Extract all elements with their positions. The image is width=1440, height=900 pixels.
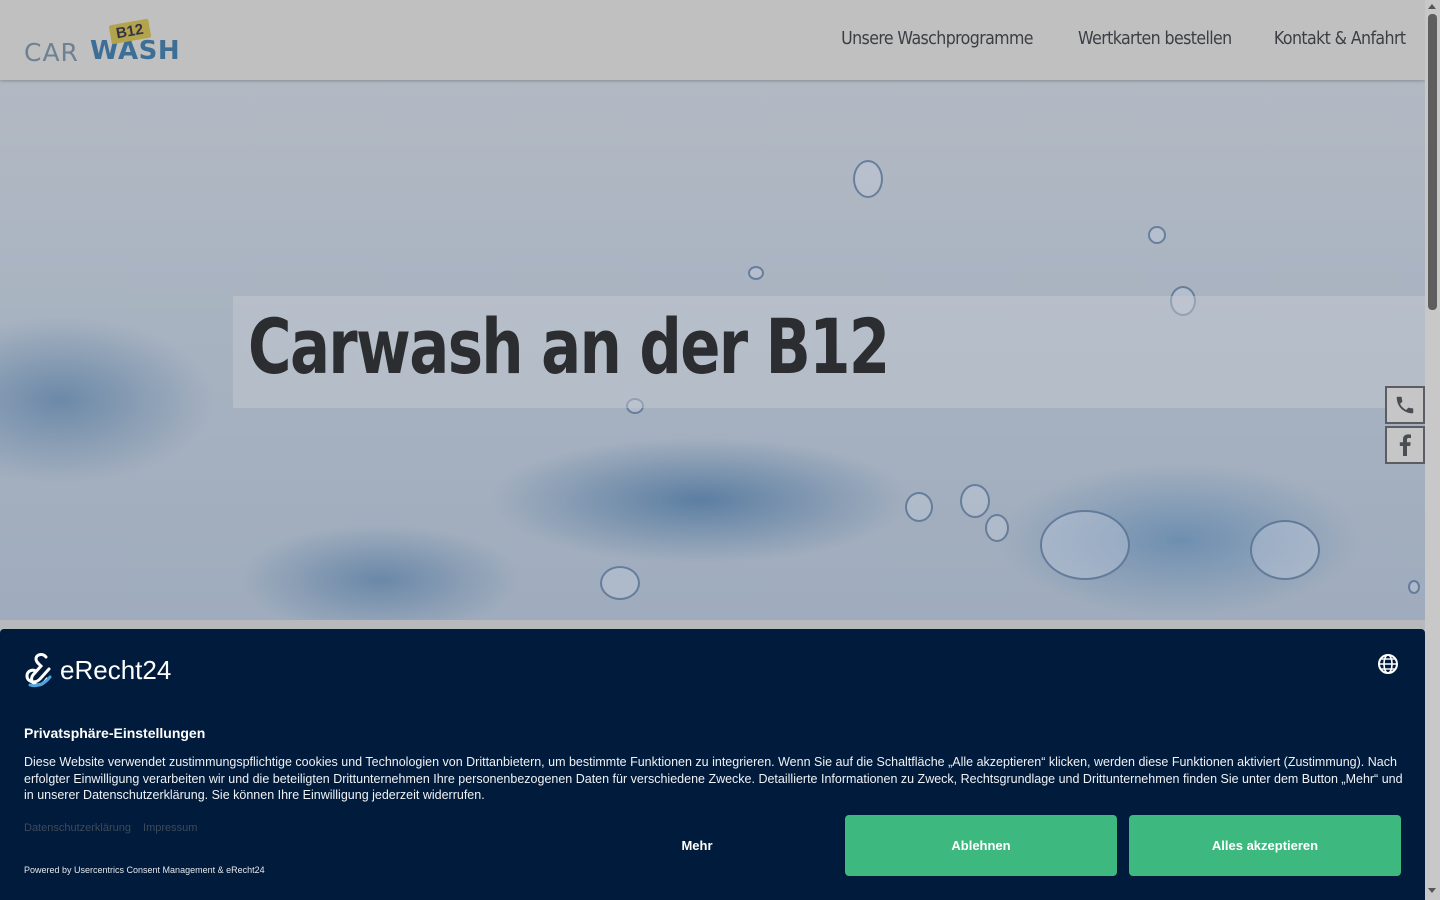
water-drop xyxy=(853,160,883,198)
phone-button[interactable] xyxy=(1385,386,1425,424)
water-drop xyxy=(905,492,933,522)
language-globe-icon[interactable] xyxy=(1377,653,1399,680)
water-drop xyxy=(1040,510,1130,580)
erecht24-symbol-icon xyxy=(25,653,52,688)
hero-banner: Carwash an der B12 xyxy=(0,80,1425,620)
more-button[interactable]: Mehr xyxy=(561,815,833,876)
privacy-policy-link[interactable]: Datenschutzerklärung xyxy=(24,822,131,834)
water-drop xyxy=(600,566,640,600)
facebook-icon xyxy=(1399,434,1411,456)
logo-wash-text: WASH xyxy=(90,36,181,66)
erecht24-logo: eRecht24 xyxy=(24,651,171,689)
water-drop xyxy=(748,266,764,280)
site-header: CAR WASH B12 Unsere Waschprogramme Wertk… xyxy=(0,0,1425,80)
consent-links: Datenschutzerklärung Impressum xyxy=(24,822,197,834)
page-title: Carwash an der B12 xyxy=(248,302,890,391)
logo-car-text: CAR xyxy=(24,38,79,67)
nav-item-waschprogramme[interactable]: Unsere Waschprogramme xyxy=(841,28,1033,49)
carwash-logo[interactable]: CAR WASH B12 xyxy=(24,18,180,67)
brand-name: eRecht24 xyxy=(60,654,172,685)
nav-item-kontakt[interactable]: Kontakt & Anfahrt xyxy=(1273,28,1405,49)
cookie-consent-banner: eRecht24 Privatsphäre-Einstellungen Dies… xyxy=(0,629,1425,900)
scroll-thumb[interactable] xyxy=(1428,14,1437,310)
powered-by-text: Powered by Usercentrics Consent Manageme… xyxy=(24,865,265,875)
consent-description: Diese Website verwendet zustimmungspflic… xyxy=(24,755,1403,802)
deny-button[interactable]: Ablehnen xyxy=(845,815,1117,876)
main-nav: Unsere Waschprogramme Wertkarten bestell… xyxy=(815,28,1405,49)
consent-title: Privatsphäre-Einstellungen xyxy=(24,725,206,741)
scroll-down-arrow-icon[interactable] xyxy=(1428,888,1436,893)
water-drop xyxy=(1408,580,1420,594)
facebook-button[interactable] xyxy=(1385,426,1425,464)
scroll-up-arrow-icon[interactable] xyxy=(1428,4,1436,9)
page-scrollbar[interactable] xyxy=(1425,0,1440,900)
water-drop xyxy=(1148,226,1166,244)
water-drop xyxy=(1250,520,1320,580)
phone-icon xyxy=(1396,396,1414,414)
water-drop xyxy=(960,484,990,518)
accept-all-button[interactable]: Alles akzeptieren xyxy=(1129,815,1401,876)
water-drop xyxy=(985,514,1009,542)
nav-item-wertkarten[interactable]: Wertkarten bestellen xyxy=(1078,28,1232,49)
imprint-link[interactable]: Impressum xyxy=(143,822,197,834)
